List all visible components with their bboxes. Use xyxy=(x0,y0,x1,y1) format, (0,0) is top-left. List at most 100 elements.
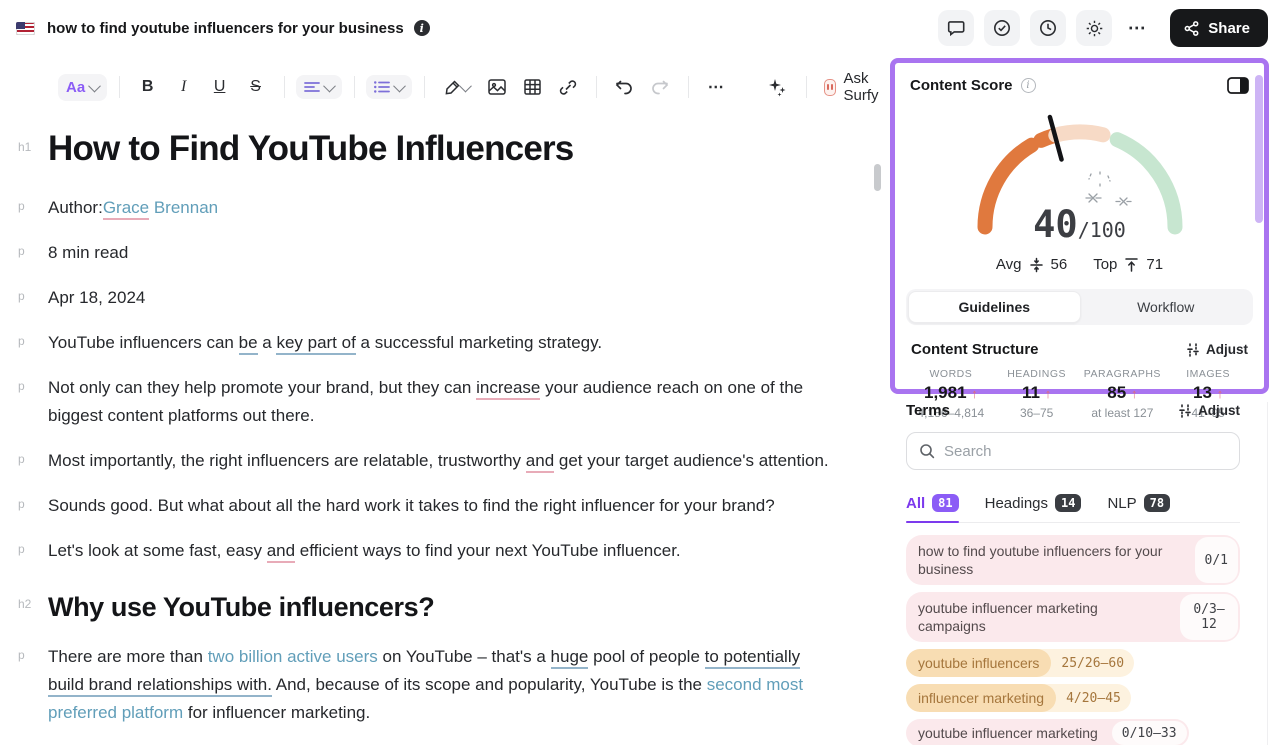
alignment-dropdown[interactable] xyxy=(296,75,342,99)
ai-tools-button[interactable] xyxy=(760,73,794,101)
search-icon xyxy=(919,443,935,459)
topbar-actions: ⋯ Share xyxy=(938,9,1268,47)
toolbar-more-button[interactable]: ⋯ xyxy=(701,73,732,101)
share-icon xyxy=(1184,21,1199,36)
block-type-label: h2 xyxy=(18,582,48,643)
insert-link-button[interactable] xyxy=(552,75,584,100)
doc-paragraph[interactable]: Not only can they help promote your bran… xyxy=(48,374,838,430)
term-count: 25/26–60 xyxy=(1051,649,1134,677)
block-type-label: p xyxy=(18,447,48,492)
app: how to find youtube influencers for your… xyxy=(0,0,1284,745)
up-arrow-icon: ↑ xyxy=(971,386,978,401)
doc-block: pSounds good. But what about all the har… xyxy=(0,492,844,537)
settings-button[interactable] xyxy=(1076,10,1112,46)
doc-text: efficient ways to find your next YouTube… xyxy=(295,541,681,560)
content-score-title: Content Score xyxy=(910,77,1013,94)
text-style-dropdown[interactable]: Aa xyxy=(58,74,107,101)
terms-tab-all[interactable]: All81 xyxy=(906,486,959,522)
chevron-down-icon xyxy=(323,79,336,92)
panel-collapse-button[interactable] xyxy=(1227,77,1249,94)
share-button[interactable]: Share xyxy=(1170,9,1268,47)
tab-workflow[interactable]: Workflow xyxy=(1081,291,1252,323)
block-type-label: p xyxy=(18,239,48,284)
italic-icon: I xyxy=(175,78,193,96)
redo-button[interactable] xyxy=(644,75,676,99)
ask-surfy-button[interactable]: Ask Surfy xyxy=(818,66,890,108)
tab-guidelines[interactable]: Guidelines xyxy=(908,291,1081,323)
stat-value: 1,981 ↑ xyxy=(908,383,994,403)
bold-button[interactable]: B xyxy=(132,74,164,100)
strikethrough-button[interactable]: S xyxy=(240,74,272,100)
score-value: 40/100 xyxy=(950,203,1210,246)
doc-link[interactable]: Brennan xyxy=(149,198,218,217)
title-info-icon[interactable]: i xyxy=(414,20,430,36)
undo-button[interactable] xyxy=(608,75,640,99)
terms-adjust-label: Adjust xyxy=(1198,403,1240,418)
formatting-toolbar: Aa B I U S xyxy=(0,56,890,120)
term-pill[interactable]: youtube influencers25/26–60 xyxy=(906,649,1134,677)
doc-paragraph[interactable]: 8 min read xyxy=(48,239,838,267)
list-dropdown[interactable] xyxy=(366,75,412,99)
italic-button[interactable]: I xyxy=(168,74,200,100)
highlighted-term: huge xyxy=(551,647,589,669)
block-type-label: p xyxy=(18,374,48,447)
terms-search-input[interactable] xyxy=(944,443,1227,460)
highlighted-term: key part of xyxy=(276,333,355,355)
tab-count-badge: 81 xyxy=(932,494,958,512)
history-button[interactable] xyxy=(1030,10,1066,46)
share-label: Share xyxy=(1208,20,1250,37)
term-pill[interactable]: youtube influencer marketing0/10–33 xyxy=(906,719,1189,745)
doc-paragraph[interactable]: Sounds good. But what about all the hard… xyxy=(48,492,838,520)
doc-heading[interactable]: Why use YouTube influencers? xyxy=(48,590,838,624)
block-type-label: h1 xyxy=(18,124,48,194)
block-type-label: p xyxy=(18,194,48,239)
doc-paragraph[interactable]: Most importantly, the right influencers … xyxy=(48,447,838,475)
tab-count-badge: 14 xyxy=(1055,494,1081,512)
insert-image-button[interactable] xyxy=(481,75,513,99)
highlight-dropdown[interactable] xyxy=(437,75,477,100)
doc-text: Let's look at some fast, easy xyxy=(48,541,267,560)
doc-paragraph[interactable]: Author:Grace Brennan xyxy=(48,194,838,222)
content-score-header: Content Score i xyxy=(906,75,1253,94)
more-options-button[interactable]: ⋯ xyxy=(1122,10,1152,46)
term-pill[interactable]: how to find youtube influencers for your… xyxy=(906,535,1240,585)
terms-tab-nlp[interactable]: NLP78 xyxy=(1107,486,1170,522)
doc-heading[interactable]: How to Find YouTube Influencers xyxy=(48,128,838,170)
stat-label: HEADINGS xyxy=(994,368,1080,380)
bullet-list-icon xyxy=(374,80,390,94)
doc-paragraph[interactable]: YouTube influencers can be a key part of… xyxy=(48,329,838,357)
doc-text: a successful marketing strategy. xyxy=(356,333,602,352)
editor-scrollbar[interactable] xyxy=(874,164,881,191)
doc-text: Sounds good. But what about all the hard… xyxy=(48,496,775,515)
term-pill[interactable]: youtube influencer marketing campaigns0/… xyxy=(906,592,1240,642)
doc-paragraph[interactable]: Apr 18, 2024 xyxy=(48,284,838,312)
terms-tab-headings[interactable]: Headings 14 xyxy=(985,486,1082,522)
doc-paragraph[interactable]: There are more than two billion active u… xyxy=(48,643,838,727)
terms-adjust-button[interactable]: Adjust xyxy=(1178,403,1240,418)
underline-button[interactable]: U xyxy=(204,74,236,100)
terms-section: Terms Adjust All81Headings14NLP78 how to… xyxy=(906,402,1240,745)
doc-link[interactable]: two billion active users xyxy=(208,647,378,666)
chevron-down-icon xyxy=(394,79,407,92)
content-score-gauge: 40/100 xyxy=(950,102,1210,242)
structure-adjust-button[interactable]: Adjust xyxy=(1186,342,1248,357)
term-count: 0/3–12 xyxy=(1180,594,1238,640)
highlighted-term: increase xyxy=(476,378,540,400)
avg-score: Avg 56 xyxy=(996,256,1067,273)
term-text: youtube influencers xyxy=(906,649,1051,677)
document-body[interactable]: h1How to Find YouTube InfluencerspAuthor… xyxy=(0,120,890,744)
term-pill[interactable]: influencer marketing4/20–45 xyxy=(906,684,1131,712)
panel-scrollbar[interactable] xyxy=(1255,75,1263,223)
insert-table-button[interactable] xyxy=(517,75,548,99)
content-score-info-icon[interactable]: i xyxy=(1021,78,1036,93)
terms-scrollbar-track[interactable] xyxy=(1267,402,1268,745)
doc-block: pThere are more than two billion active … xyxy=(0,643,844,744)
comments-button[interactable] xyxy=(938,10,974,46)
doc-paragraph[interactable]: Let's look at some fast, easy and effici… xyxy=(48,537,838,565)
avg-top-row: Avg 56 Top 71 xyxy=(906,256,1253,273)
chat-bubble-icon xyxy=(947,19,965,37)
tab-label: Headings xyxy=(985,495,1048,512)
doc-text: get your target audience's attention. xyxy=(554,451,828,470)
tasks-button[interactable] xyxy=(984,10,1020,46)
doc-link[interactable]: Grace xyxy=(103,198,149,220)
